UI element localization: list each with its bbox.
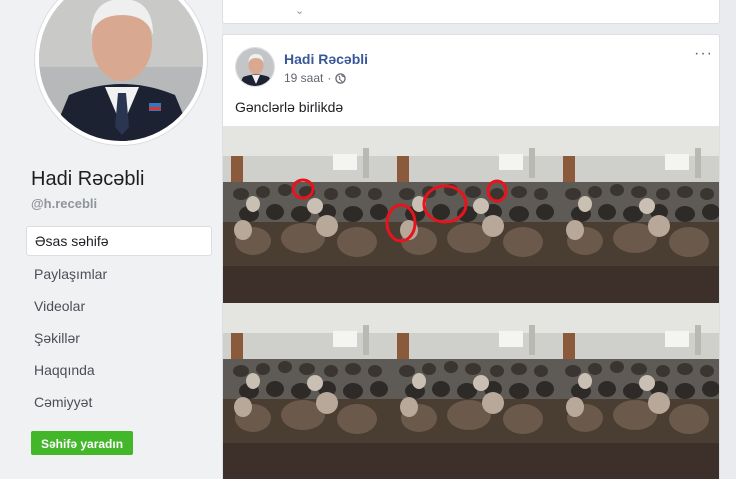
post-author-name[interactable]: Hadi Rəcəbli xyxy=(284,51,368,67)
post-photo[interactable] xyxy=(223,126,719,479)
post-text: Gənclərlə birlikdə xyxy=(235,99,344,115)
profile-picture[interactable] xyxy=(34,0,208,146)
chevron-down-icon[interactable]: ⌄ xyxy=(295,4,304,17)
avatar xyxy=(39,0,203,141)
post-timestamp[interactable]: 19 saat xyxy=(284,71,323,85)
post-options-icon[interactable]: ··· xyxy=(694,45,713,63)
create-page-button[interactable]: Səhifə yaradın xyxy=(31,431,134,455)
nav-item-community[interactable]: Cəmiyyət xyxy=(26,386,212,418)
page-title[interactable]: Hadi Rəcəbli xyxy=(31,168,144,191)
post-meta: 19 saat · xyxy=(284,71,347,85)
page-handle[interactable]: @h.recebli xyxy=(31,196,97,211)
nav-item-about[interactable]: Haqqında xyxy=(26,354,212,386)
nav-item-home[interactable]: Əsas səhifə xyxy=(26,226,212,256)
profile-photo-image xyxy=(39,0,203,141)
nav-item-videos[interactable]: Videolar xyxy=(26,290,212,322)
page-sidebar: Hadi Rəcəbli @h.recebli Əsas səhifə Payl… xyxy=(0,0,222,479)
previous-post-fragment: ⌄ xyxy=(222,0,720,24)
post-card: Hadi Rəcəbli 19 saat · ··· Gənclərlə bir… xyxy=(222,34,720,479)
author-photo-image xyxy=(236,48,274,86)
page-nav: Əsas səhifə Paylaşımlar Videolar Şəkillə… xyxy=(26,226,212,418)
post-author-avatar[interactable] xyxy=(235,47,275,87)
nav-item-photos[interactable]: Şəkillər xyxy=(26,322,212,354)
nav-item-posts[interactable]: Paylaşımlar xyxy=(26,258,212,290)
dot-separator: · xyxy=(327,71,332,85)
globe-icon[interactable] xyxy=(335,72,347,84)
audience-collage-image xyxy=(223,126,719,479)
